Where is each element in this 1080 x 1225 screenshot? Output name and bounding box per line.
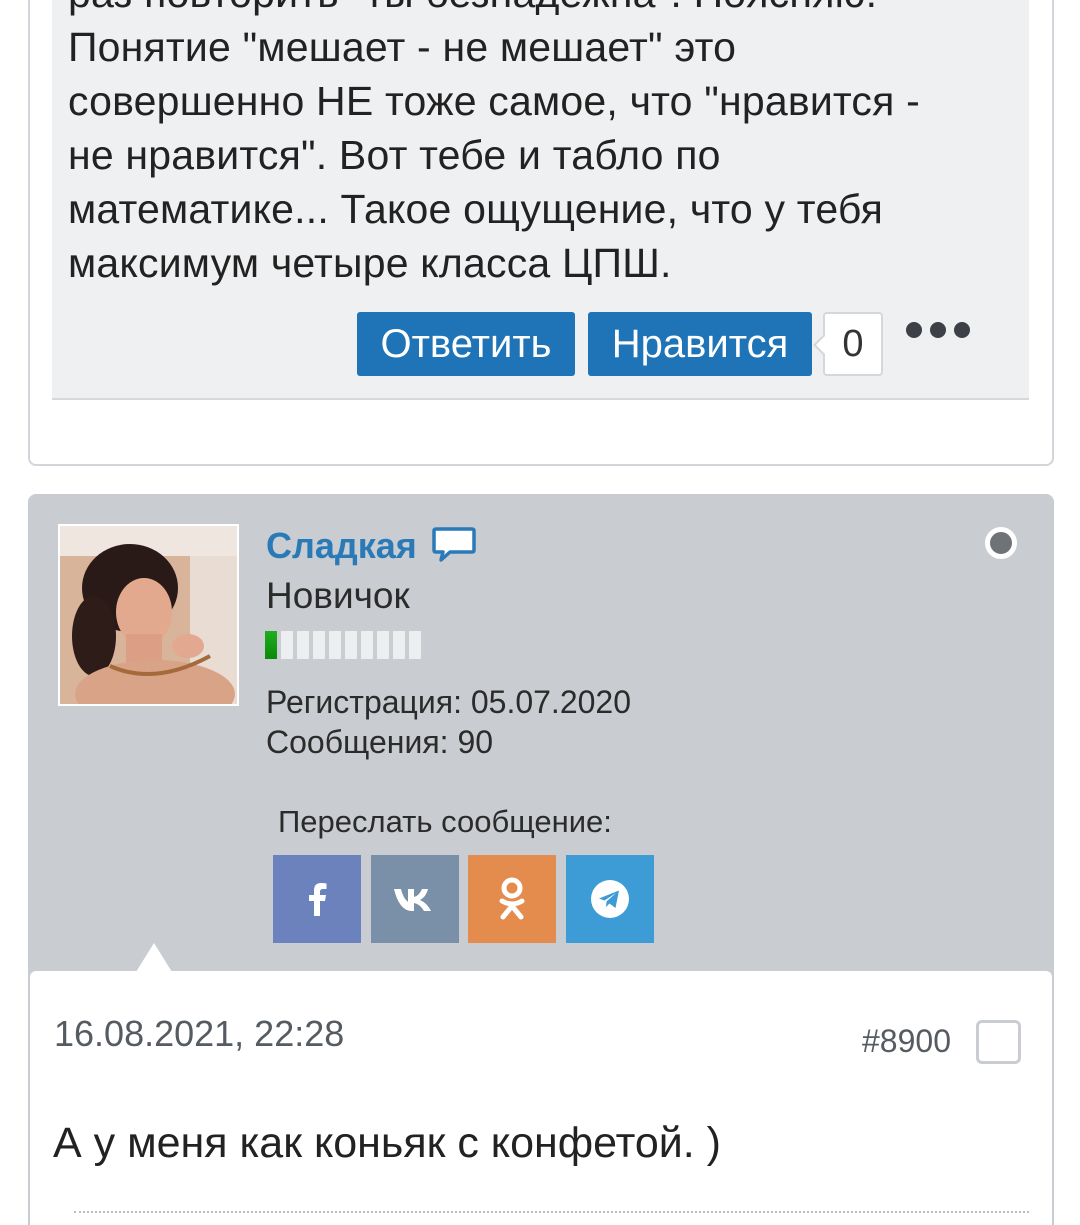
- offline-status-icon: [985, 527, 1017, 559]
- private-message-icon[interactable]: [432, 526, 476, 564]
- previous-post-text: раз повторить "ты безнадежна". Поясняю. …: [68, 0, 1028, 290]
- signature-separator: [74, 1211, 1029, 1213]
- user-stats: Регистрация: 05.07.2020 Сообщения: 90: [266, 682, 631, 762]
- author-pointer: [136, 943, 172, 972]
- text-line: математике... Такое ощущение, что у тебя: [68, 186, 884, 232]
- avatar[interactable]: [58, 524, 239, 706]
- telegram-icon: [591, 880, 629, 918]
- select-post-checkbox[interactable]: [976, 1020, 1021, 1064]
- share-title: Переслать сообщение:: [278, 804, 612, 839]
- like-count: 0: [813, 312, 883, 376]
- more-options-icon[interactable]: [906, 322, 970, 342]
- message-area: [30, 971, 1052, 1225]
- share-vk-button[interactable]: [371, 855, 459, 943]
- facebook-icon: [309, 883, 327, 916]
- share-telegram-button[interactable]: [566, 855, 654, 943]
- text-line: раз повторить "ты безнадежна". Поясняю.: [68, 0, 1028, 20]
- like-button[interactable]: Нравится: [588, 312, 812, 376]
- vk-icon: [394, 889, 431, 911]
- text-line: совершенно НЕ тоже самое, что "нравится …: [68, 78, 920, 124]
- text-line: максимум четыре класса ЦПШ.: [68, 240, 672, 286]
- share-facebook-button[interactable]: [273, 855, 361, 943]
- registration-date: Регистрация: 05.07.2020: [266, 684, 631, 720]
- post-number-link[interactable]: #8900: [862, 1021, 951, 1061]
- username-link[interactable]: Сладкая: [266, 524, 417, 568]
- text-line: Понятие "мешает - не мешает" это: [68, 24, 737, 70]
- message-count: Сообщения: 90: [266, 724, 494, 760]
- text-line: не нравится". Вот тебе и табло по: [68, 132, 721, 178]
- odnoklassniki-icon: [499, 877, 525, 920]
- post-date: 16.08.2021, 22:28: [54, 1013, 345, 1054]
- reputation-bar: [265, 631, 421, 659]
- reply-button[interactable]: Ответить: [357, 312, 575, 376]
- share-odnoklassniki-button[interactable]: [468, 855, 556, 943]
- post-text: А у меня как коньяк с конфетой. ): [53, 1119, 721, 1167]
- user-rank: Новичок: [266, 575, 410, 616]
